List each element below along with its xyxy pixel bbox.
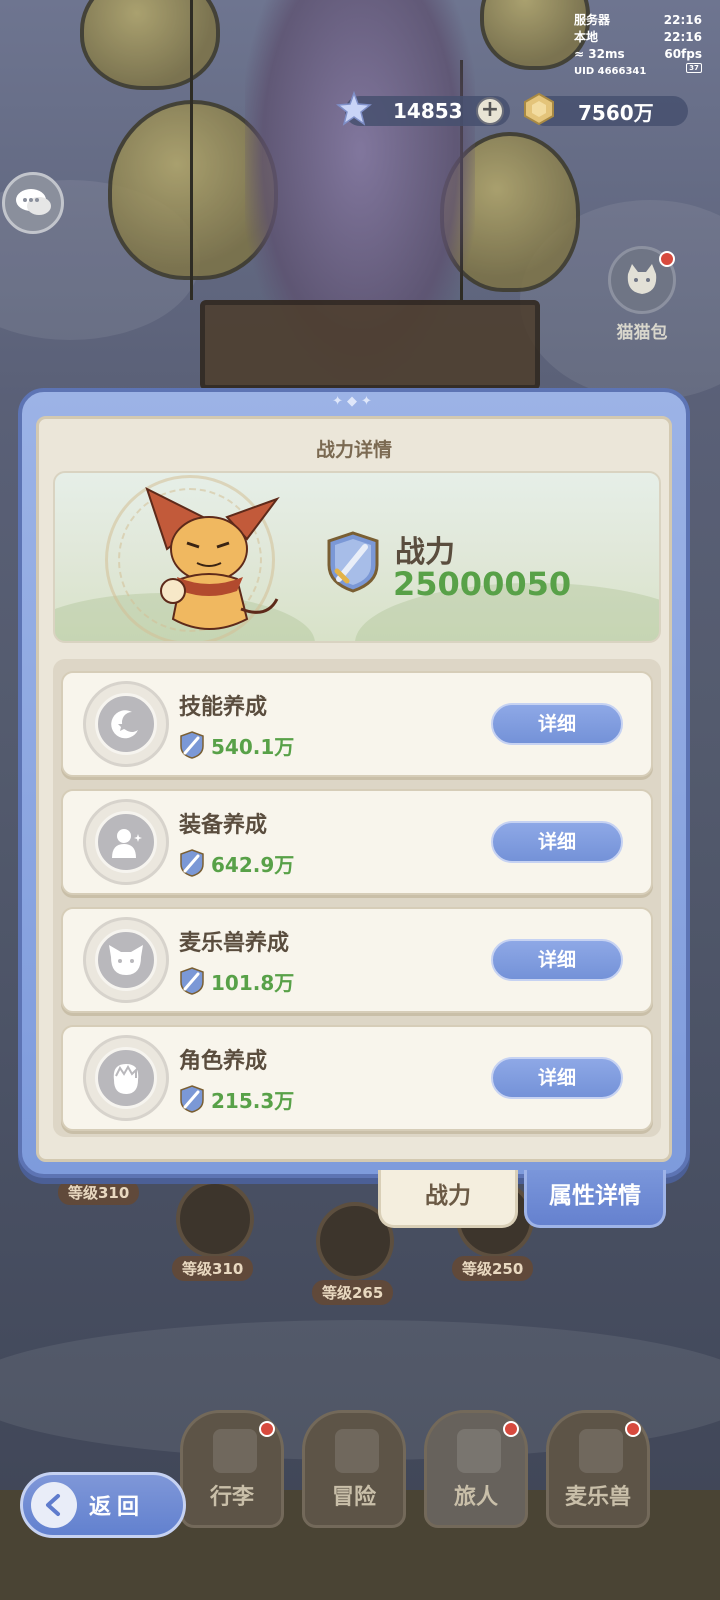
crossed-swords-icon <box>335 1429 379 1473</box>
list-item: 角色养成 215.3万 详细 <box>61 1025 653 1131</box>
item-title: 技能养成 <box>179 695 268 720</box>
notification-dot <box>259 1421 275 1437</box>
level-badge: 等级250 <box>452 1256 534 1281</box>
level-badge: 等级310 <box>58 1180 140 1205</box>
luggage-icon <box>213 1429 257 1473</box>
mini-shield-icon <box>180 1085 204 1113</box>
star-currency: 14853 + <box>336 91 510 126</box>
level-badge: 等级310 <box>172 1256 254 1281</box>
add-currency-button[interactable]: + <box>476 97 504 125</box>
traveler-avatar-icon <box>457 1429 501 1473</box>
star-count: 14853 <box>393 99 463 123</box>
skill-icon-frame <box>83 681 169 767</box>
balloon-string <box>190 0 193 300</box>
cat-face-icon <box>579 1429 623 1473</box>
nav-tab-luggage[interactable]: 行李 <box>180 1410 284 1528</box>
chat-button[interactable] <box>2 172 64 234</box>
balloon-basket <box>200 300 540 390</box>
gold-coin-icon <box>520 90 558 128</box>
level-badge: 等级265 <box>312 1280 394 1305</box>
back-label: 返回 <box>89 1495 146 1520</box>
tree-node <box>176 1180 254 1258</box>
power-shield-icon <box>327 531 379 593</box>
item-title: 麦乐兽养成 <box>179 931 290 956</box>
item-title: 装备养成 <box>179 813 268 838</box>
notification-dot <box>659 251 675 267</box>
chat-icon <box>16 189 51 215</box>
battery-icon: 37 <box>686 63 702 73</box>
pet-icon-frame <box>83 917 169 1003</box>
gold-currency: 7560万 <box>524 92 688 126</box>
server-label: 服务器 <box>574 13 611 27</box>
item-value: 101.8万 <box>211 971 295 995</box>
balloon <box>80 0 220 90</box>
moon-star-icon <box>95 693 157 755</box>
mascot-cat-icon <box>145 487 280 630</box>
local-label: 本地 <box>574 30 599 44</box>
tab-attribute-details[interactable]: 属性详情 <box>524 1170 666 1228</box>
person-sparkle-icon <box>95 811 157 873</box>
item-value: 215.3万 <box>211 1089 295 1113</box>
ping: ≈ 32ms <box>574 47 625 61</box>
list-item: 麦乐兽养成 101.8万 详细 <box>61 907 653 1013</box>
back-arrow-icon <box>31 1482 77 1528</box>
cat-bag-icon <box>608 246 676 314</box>
equipment-detail-button[interactable]: 详细 <box>491 821 623 863</box>
skill-detail-button[interactable]: 详细 <box>491 703 623 745</box>
nav-tab-adventure[interactable]: 冒险 <box>302 1410 406 1528</box>
cat-face-icon <box>95 929 157 991</box>
pet-detail-button[interactable]: 详细 <box>491 939 623 981</box>
gold-count: 7560万 <box>578 100 654 125</box>
list-item: 装备养成 642.9万 详细 <box>61 789 653 895</box>
power-value: 25000050 <box>393 565 572 603</box>
nav-tab-label: 麦乐兽 <box>564 1485 631 1510</box>
mini-shield-icon <box>180 849 204 877</box>
nav-tab-pets[interactable]: 麦乐兽 <box>546 1410 650 1528</box>
mini-shield-icon <box>180 967 204 995</box>
dialog-panel: 战力详情 战力 25000050 技能养成 540.1万 详细 装备养成 642… <box>36 416 672 1162</box>
power-detail-dialog: ✦◆✦ 战力详情 战力 25000050 技能养成 540.1万 详细 装备养成… <box>18 388 690 1178</box>
ornament-icon: ✦◆✦ <box>332 394 376 409</box>
item-value: 642.9万 <box>211 853 295 877</box>
nav-tab-label: 旅人 <box>453 1485 498 1510</box>
nav-tab-label: 行李 <box>209 1485 254 1510</box>
nav-tab-traveler[interactable]: 旅人 <box>424 1410 528 1528</box>
local-time: 22:16 <box>663 30 702 44</box>
cat-bag-label: 猫猫包 <box>616 323 668 343</box>
character-icon-frame <box>83 1035 169 1121</box>
equipment-icon-frame <box>83 799 169 885</box>
back-button[interactable]: 返回 <box>20 1472 186 1538</box>
character-head-icon <box>95 1047 157 1109</box>
cat-bag-button[interactable]: 猫猫包 <box>604 246 680 343</box>
fps: 60fps <box>664 47 702 61</box>
item-value: 540.1万 <box>211 735 295 759</box>
star-icon <box>335 90 373 128</box>
wifi-icon: ≈ <box>574 47 585 61</box>
item-title: 角色养成 <box>179 1049 268 1074</box>
list-item: 技能养成 540.1万 详细 <box>61 671 653 777</box>
nav-tab-label: 冒险 <box>331 1485 376 1510</box>
status-panel: 服务器 22:16 本地 22:16 ≈ 32ms 60fps UID 4666341… <box>574 12 702 80</box>
power-summary-card: 战力 25000050 <box>53 471 661 643</box>
mini-shield-icon <box>180 731 204 759</box>
power-breakdown-list[interactable]: 技能养成 540.1万 详细 装备养成 642.9万 详细 麦乐兽养成 101.… <box>53 659 661 1137</box>
dialog-title: 战力详情 <box>315 439 392 461</box>
character-detail-button[interactable]: 详细 <box>491 1057 623 1099</box>
uid: UID 4666341 <box>574 66 647 77</box>
server-time: 22:16 <box>663 13 702 27</box>
notification-dot <box>503 1421 519 1437</box>
tab-power[interactable]: 战力 <box>378 1170 518 1228</box>
notification-dot <box>625 1421 641 1437</box>
